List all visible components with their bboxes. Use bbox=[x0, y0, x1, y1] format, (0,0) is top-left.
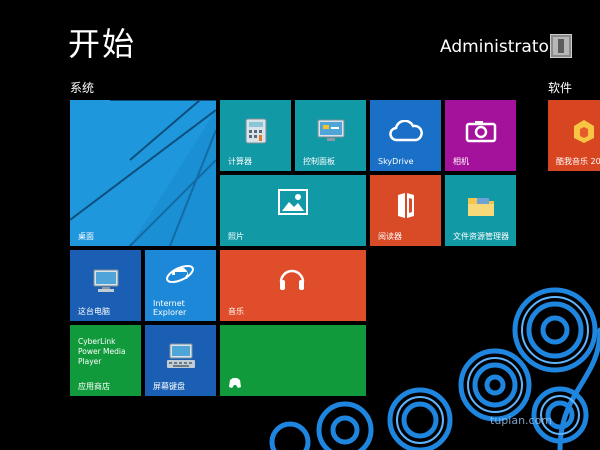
tile-label-line: Internet bbox=[153, 299, 185, 308]
cyberlink-line: CyberLink bbox=[78, 337, 116, 346]
tile-label-line: Explorer bbox=[153, 308, 187, 317]
cloud-icon bbox=[388, 120, 423, 142]
watermark-text: tupian.com bbox=[490, 414, 553, 427]
tile-label: 计算器 bbox=[228, 157, 252, 166]
tile-on-screen-keyboard[interactable]: 屏幕键盘 bbox=[145, 325, 216, 396]
cyberlink-text: CyberLink Power Media Player bbox=[78, 337, 126, 367]
tile-music[interactable]: 音乐 bbox=[220, 250, 366, 321]
tile-label: 应用商店 bbox=[78, 382, 110, 391]
tile-label: 控制面板 bbox=[303, 157, 335, 166]
tile-label: 屏幕键盘 bbox=[153, 382, 185, 391]
headphones-icon bbox=[279, 269, 305, 290]
tile-label: 这台电脑 bbox=[78, 307, 110, 316]
tile-calculator[interactable]: 计算器 bbox=[220, 100, 291, 171]
tile-label: 相机 bbox=[453, 157, 469, 166]
cyberlink-line: Player bbox=[78, 357, 102, 366]
user-name[interactable]: Administrator bbox=[440, 36, 556, 58]
group-label-software: 软件 bbox=[548, 81, 573, 95]
tile-kuwo-music[interactable]: 酷我音乐 2014 bbox=[548, 100, 600, 171]
tile-control-panel[interactable]: 控制面板 bbox=[295, 100, 366, 171]
tile-label: 阅读器 bbox=[378, 232, 402, 241]
tile-store[interactable]: CyberLink Power Media Player 应用商店 bbox=[70, 325, 141, 396]
tile-skydrive[interactable]: SkyDrive bbox=[370, 100, 441, 171]
control-panel-icon bbox=[317, 119, 344, 142]
group-label-system: 系统 bbox=[70, 81, 95, 95]
internet-explorer-icon bbox=[166, 264, 194, 284]
tile-internet-explorer[interactable]: Internet Explorer bbox=[145, 250, 216, 321]
tile-label: SkyDrive bbox=[378, 157, 414, 166]
tile-this-pc[interactable]: 这台电脑 bbox=[70, 250, 141, 321]
tile-label: 文件资源管理器 bbox=[453, 232, 509, 241]
tile-label: 照片 bbox=[228, 232, 244, 241]
desktop-wallpaper-icon bbox=[70, 100, 216, 246]
tile-file-explorer[interactable]: 文件资源管理器 bbox=[445, 175, 516, 246]
cyberlink-line: Power Media bbox=[78, 347, 126, 356]
tile-desktop[interactable]: 桌面 bbox=[70, 100, 216, 246]
camera-icon bbox=[465, 121, 496, 143]
tile-camera[interactable]: 相机 bbox=[445, 100, 516, 171]
user-avatar[interactable] bbox=[550, 34, 572, 58]
kuwo-music-icon bbox=[573, 120, 594, 144]
tile-label: 音乐 bbox=[228, 307, 244, 316]
computer-icon bbox=[93, 269, 118, 293]
tile-label: 桌面 bbox=[78, 232, 94, 241]
tile-reader[interactable]: 阅读器 bbox=[370, 175, 441, 246]
tile-label: 酷我音乐 2014 bbox=[556, 157, 600, 166]
start-screen: { "header": { "title": "开始", "user_name"… bbox=[0, 0, 600, 450]
tile-photos[interactable]: 照片 bbox=[220, 175, 366, 246]
reader-icon bbox=[397, 193, 414, 219]
start-title: 开始 bbox=[68, 25, 137, 63]
calculator-icon bbox=[245, 118, 266, 144]
game-controller-icon bbox=[229, 378, 241, 388]
tile-games[interactable] bbox=[220, 325, 366, 396]
tile-label-ie: Internet Explorer bbox=[153, 299, 186, 317]
photos-icon bbox=[278, 189, 308, 215]
keyboard-icon bbox=[166, 343, 195, 369]
folder-icon bbox=[467, 198, 494, 217]
